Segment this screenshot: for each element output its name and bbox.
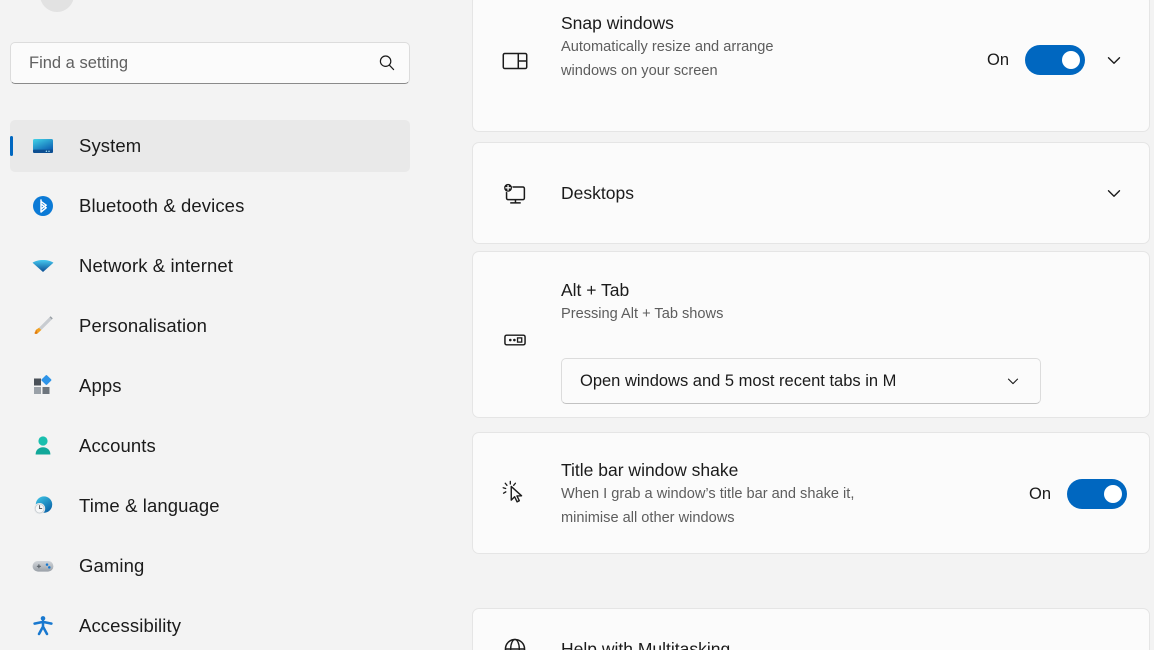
search-input[interactable] <box>29 53 377 73</box>
sidebar: System Bluetooth & devices <box>0 0 440 650</box>
card-description: When I grab a window’s title bar and sha… <box>561 486 855 526</box>
setting-card-snap-windows[interactable]: Snap windows Automatically resize and ar… <box>472 0 1150 132</box>
sidebar-nav: System Bluetooth & devices Network & int… <box>0 120 440 650</box>
sidebar-item-label: Accounts <box>79 435 156 456</box>
sidebar-item-label: Gaming <box>79 555 145 576</box>
chevron-down-icon[interactable] <box>1101 47 1127 73</box>
desktop-add-icon <box>499 178 531 210</box>
card-title: Desktops <box>561 183 634 203</box>
monitor-icon <box>30 133 56 159</box>
setting-card-help-with-multitasking[interactable]: Help with Multitasking <box>472 608 1150 650</box>
card-title: Title bar window shake <box>561 460 739 480</box>
setting-card-desktops[interactable]: Desktops <box>472 142 1150 244</box>
clock-globe-icon <box>30 493 56 519</box>
gamepad-icon <box>30 553 56 579</box>
snap-layout-icon <box>499 45 531 77</box>
toggle-state-label: On <box>986 50 1009 69</box>
setting-card-alt-tab[interactable]: Alt + Tab Pressing Alt + Tab shows Open … <box>472 251 1150 418</box>
chevron-down-icon[interactable] <box>1000 368 1026 394</box>
search-icon <box>377 53 397 73</box>
card-controls: On <box>987 45 1127 75</box>
card-title: Alt + Tab <box>561 280 630 300</box>
search-container <box>10 42 410 84</box>
chevron-down-icon[interactable] <box>1101 180 1127 206</box>
sidebar-item-label: Personalisation <box>79 315 207 336</box>
alt-tab-keys-icon <box>499 324 531 356</box>
sidebar-item-apps[interactable]: Apps <box>10 360 410 412</box>
search-box[interactable] <box>10 42 410 84</box>
accessibility-person-icon <box>30 613 56 639</box>
sidebar-item-time-language[interactable]: Time & language <box>10 480 410 532</box>
sidebar-item-system[interactable]: System <box>10 120 410 172</box>
card-description: Automatically resize and arrange windows… <box>561 39 774 79</box>
sidebar-item-bluetooth-devices[interactable]: Bluetooth & devices <box>10 180 410 232</box>
sidebar-item-label: Apps <box>79 375 122 396</box>
sidebar-item-network-internet[interactable]: Network & internet <box>10 240 410 292</box>
snap-windows-toggle[interactable] <box>1025 45 1085 75</box>
sidebar-item-accessibility[interactable]: Accessibility <box>10 600 410 650</box>
toggle-knob <box>1104 485 1122 503</box>
toggle-knob <box>1062 51 1080 69</box>
avatar[interactable] <box>40 0 74 12</box>
main-content: Snap windows Automatically resize and ar… <box>440 0 1154 650</box>
settings-window: System Bluetooth & devices <box>0 0 1154 650</box>
title-bar-window-shake-toggle[interactable] <box>1067 479 1127 509</box>
card-controls <box>1101 180 1127 206</box>
sidebar-item-gaming[interactable]: Gaming <box>10 540 410 592</box>
dropdown-selected-value: Open windows and 5 most recent tabs in M <box>580 371 897 390</box>
sidebar-item-label: Network & internet <box>79 255 233 276</box>
sidebar-item-label: System <box>79 135 142 156</box>
wifi-icon <box>30 253 56 279</box>
person-icon <box>30 433 56 459</box>
selection-indicator <box>10 136 13 156</box>
card-controls: On <box>1029 479 1127 509</box>
toggle-state-label: On <box>1028 484 1051 503</box>
card-title: Snap windows <box>561 13 674 33</box>
sidebar-item-label: Accessibility <box>79 615 182 636</box>
setting-card-title-bar-window-shake[interactable]: Title bar window shake When I grab a win… <box>472 432 1150 554</box>
sidebar-item-accounts[interactable]: Accounts <box>10 420 410 472</box>
cursor-shake-icon <box>499 477 531 509</box>
card-description: Pressing Alt + Tab shows <box>561 306 724 322</box>
sidebar-item-label: Time & language <box>79 495 220 516</box>
apps-grid-icon <box>30 373 56 399</box>
sidebar-item-label: Bluetooth & devices <box>79 195 245 216</box>
sidebar-item-personalisation[interactable]: Personalisation <box>10 300 410 352</box>
card-title: Help with Multitasking <box>561 639 731 650</box>
alt-tab-dropdown[interactable]: Open windows and 5 most recent tabs in M <box>561 358 1041 404</box>
paintbrush-icon <box>30 313 56 339</box>
bluetooth-icon <box>30 193 56 219</box>
globe-help-icon <box>499 633 531 650</box>
